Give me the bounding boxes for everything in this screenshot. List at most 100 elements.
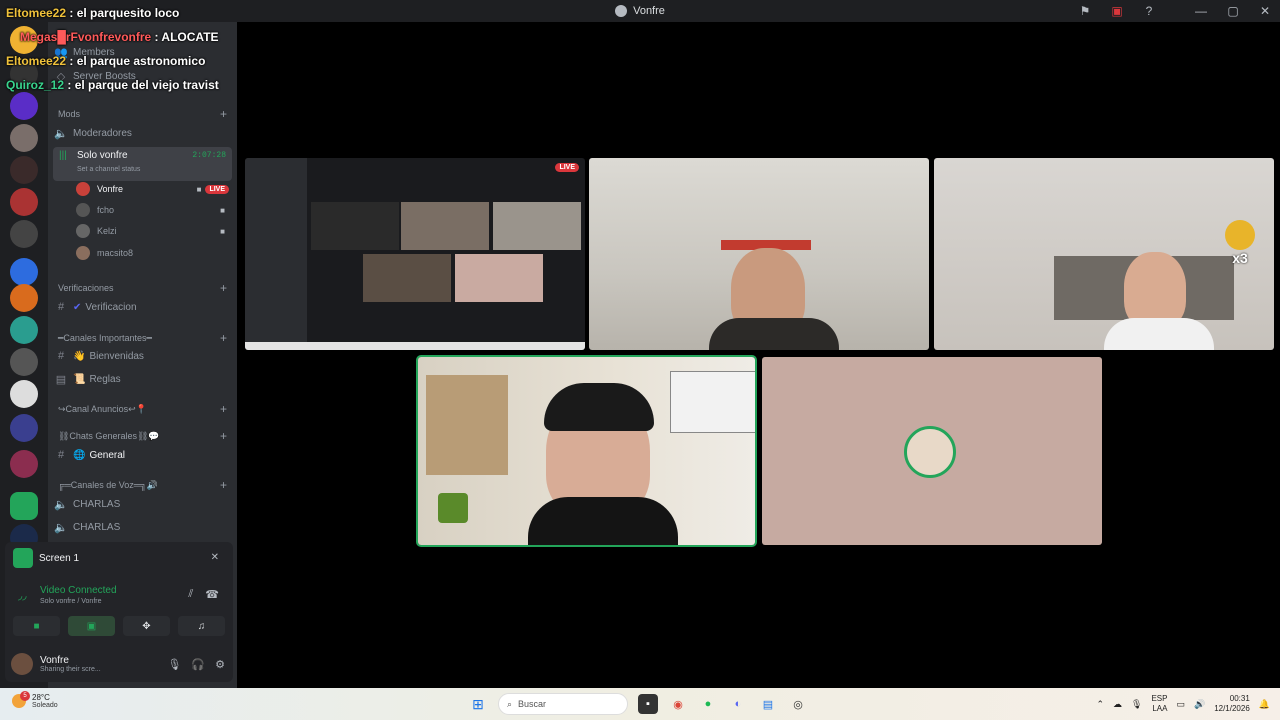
camera-button[interactable]: ■ bbox=[13, 616, 60, 636]
server-icon[interactable] bbox=[10, 450, 38, 478]
channel-general[interactable]: # 🌐 General bbox=[54, 445, 231, 465]
close-window-button[interactable]: ✕ bbox=[1256, 4, 1274, 18]
avatar-tile-macsito8[interactable] bbox=[762, 357, 1102, 545]
server-icon[interactable] bbox=[10, 258, 38, 286]
channel-reglas[interactable]: ▤ 📜 Reglas bbox=[54, 369, 231, 389]
category-importantes[interactable]: ━Canales Importantes━ + bbox=[58, 330, 227, 346]
server-icon[interactable] bbox=[10, 188, 38, 216]
chat-username: Megas█rFvonfrevonfre bbox=[20, 30, 152, 44]
shelf-element bbox=[426, 375, 508, 475]
close-icon[interactable]: ✕ bbox=[211, 552, 219, 563]
discord-icon[interactable]: ◐ bbox=[728, 694, 748, 714]
server-icon[interactable] bbox=[10, 220, 38, 248]
category-generales[interactable]: ⛓Chats Generales⛓💬 + bbox=[58, 428, 227, 444]
server-icon[interactable] bbox=[10, 284, 38, 312]
minimize-button[interactable]: — bbox=[1192, 4, 1210, 18]
channel-status-input[interactable]: Set a channel status bbox=[77, 166, 140, 173]
user-panel[interactable]: Vonfre Sharing their scre... 🎙 🎧 ⚙ bbox=[11, 650, 225, 678]
voice-user[interactable]: Kelzi ■ bbox=[76, 221, 229, 241]
notifications-icon[interactable]: 🔔 bbox=[1259, 699, 1270, 710]
server-icon[interactable] bbox=[10, 348, 38, 376]
wave-icon: 👋 bbox=[73, 350, 86, 362]
gear-icon[interactable]: ⚙ bbox=[215, 658, 225, 671]
voice-user[interactable]: fcho ■ bbox=[76, 200, 229, 220]
add-channel-icon[interactable]: + bbox=[220, 107, 227, 121]
disconnect-icon[interactable]: ☎ bbox=[205, 588, 219, 601]
language-indicator[interactable]: ESP LAA bbox=[1151, 694, 1167, 714]
channel-label: CHARLAS bbox=[73, 521, 121, 533]
hash-icon: # bbox=[57, 301, 65, 313]
volume-icon[interactable]: 🔊 bbox=[1194, 699, 1205, 710]
channel-solo-vonfre[interactable]: ||| Solo vonfre 2:07:28 Set a channel st… bbox=[53, 147, 232, 181]
channel-verificacion[interactable]: # ✔ Verificacion bbox=[54, 297, 231, 317]
category-verificaciones[interactable]: Verificaciones + bbox=[58, 280, 227, 296]
noise-suppression-icon[interactable]: ⫽ bbox=[188, 588, 193, 601]
avatar[interactable] bbox=[11, 653, 33, 675]
connection-status[interactable]: Video Connected bbox=[40, 585, 117, 596]
weather-widget[interactable]: 5 28°C Soleado bbox=[12, 691, 58, 709]
wall-drawing bbox=[670, 371, 755, 433]
windows-start-icon[interactable]: ⊞ bbox=[468, 694, 488, 714]
display-icon[interactable]: ▭ bbox=[1176, 699, 1185, 710]
maximize-button[interactable]: ▢ bbox=[1224, 4, 1242, 18]
chrome-icon[interactable]: ◉ bbox=[668, 694, 688, 714]
microphone-icon[interactable]: 🎙 bbox=[167, 658, 181, 671]
help-icon[interactable]: ? bbox=[1140, 4, 1158, 18]
add-channel-icon[interactable]: + bbox=[220, 478, 227, 492]
headphones-icon[interactable]: 🎧 bbox=[191, 658, 205, 671]
category-anuncios[interactable]: ↪Canal Anuncios↩📍 + bbox=[58, 401, 227, 417]
channel-charlas[interactable]: 🔈 CHARLAS bbox=[54, 517, 231, 537]
microphone-icon[interactable]: 🎙 bbox=[1131, 699, 1142, 710]
chat-message: Eltomee22 : el parquesito loco bbox=[6, 6, 179, 20]
category-label: ━Canales Importantes━ bbox=[58, 332, 152, 343]
share-screen-button[interactable]: ▣ bbox=[68, 616, 115, 636]
add-channel-icon[interactable]: + bbox=[220, 429, 227, 443]
camera-icon: ■ bbox=[196, 184, 202, 194]
spotify-icon[interactable]: ● bbox=[698, 694, 718, 714]
video-tile-kelzi[interactable]: x3 bbox=[934, 158, 1274, 350]
avatar bbox=[76, 246, 90, 260]
hash-icon: # bbox=[57, 449, 65, 461]
channel-charlas[interactable]: 🔈 CHARLAS bbox=[54, 494, 231, 514]
server-icon[interactable] bbox=[10, 124, 38, 152]
inbox-icon[interactable]: ⚑ bbox=[1076, 4, 1094, 18]
server-icon[interactable] bbox=[10, 92, 38, 120]
voice-user[interactable]: Vonfre ■ LIVE bbox=[76, 179, 229, 199]
add-channel-icon[interactable]: + bbox=[220, 281, 227, 295]
add-channel-icon[interactable]: + bbox=[220, 331, 227, 345]
video-tile-fcho[interactable] bbox=[589, 158, 929, 350]
network-icon[interactable]: ☁ bbox=[1113, 699, 1122, 710]
server-folder-icon[interactable] bbox=[10, 492, 38, 520]
screen-share-title: Screen 1 bbox=[13, 548, 79, 568]
screen-share-tile[interactable]: LIVE bbox=[245, 158, 585, 350]
monitor-alert-icon[interactable]: ▣ bbox=[1108, 4, 1126, 18]
obs-icon[interactable]: ◎ bbox=[788, 694, 808, 714]
rules-icon: ▤ bbox=[55, 373, 67, 386]
notepad-icon[interactable]: ▤ bbox=[758, 694, 778, 714]
channel-label: Moderadores bbox=[73, 127, 132, 139]
taskbar-search-input[interactable]: ⌕ Buscar bbox=[498, 693, 628, 715]
chat-separator: : bbox=[64, 78, 75, 92]
channel-bienvenidas[interactable]: # 👋 Bienvenidas bbox=[54, 346, 231, 366]
speaker-icon: 🔈 bbox=[54, 521, 68, 534]
add-channel-icon[interactable]: + bbox=[220, 402, 227, 416]
task-view-icon[interactable]: ▪ bbox=[638, 694, 658, 714]
server-folder-icon[interactable] bbox=[10, 414, 38, 442]
channel-moderadores[interactable]: 🔈 Moderadores bbox=[54, 123, 231, 143]
server-icon[interactable] bbox=[10, 316, 38, 344]
server-icon[interactable] bbox=[10, 156, 38, 184]
voice-user[interactable]: macsito8 bbox=[76, 243, 229, 263]
call-timer: 2:07:28 bbox=[192, 151, 226, 160]
avatar bbox=[76, 203, 90, 217]
chevron-up-icon[interactable]: ⌃ bbox=[1096, 699, 1104, 710]
soundboard-button[interactable]: ♫ bbox=[178, 616, 225, 636]
clock[interactable]: 00:31 12/1/2026 bbox=[1214, 694, 1250, 714]
category-voz[interactable]: ╔═Canales de Voz═╗🔊 + bbox=[58, 477, 227, 493]
category-mods[interactable]: Mods + bbox=[58, 106, 227, 122]
activities-button[interactable]: ✥ bbox=[123, 616, 170, 636]
video-tile-vonfre[interactable] bbox=[416, 355, 757, 547]
video-stage: LIVE x3 bbox=[237, 22, 1280, 688]
connection-channel[interactable]: Solo vonfre / Vonfre bbox=[40, 598, 101, 605]
signal-icon: ◞◞ bbox=[18, 590, 27, 602]
server-icon[interactable] bbox=[10, 380, 38, 408]
